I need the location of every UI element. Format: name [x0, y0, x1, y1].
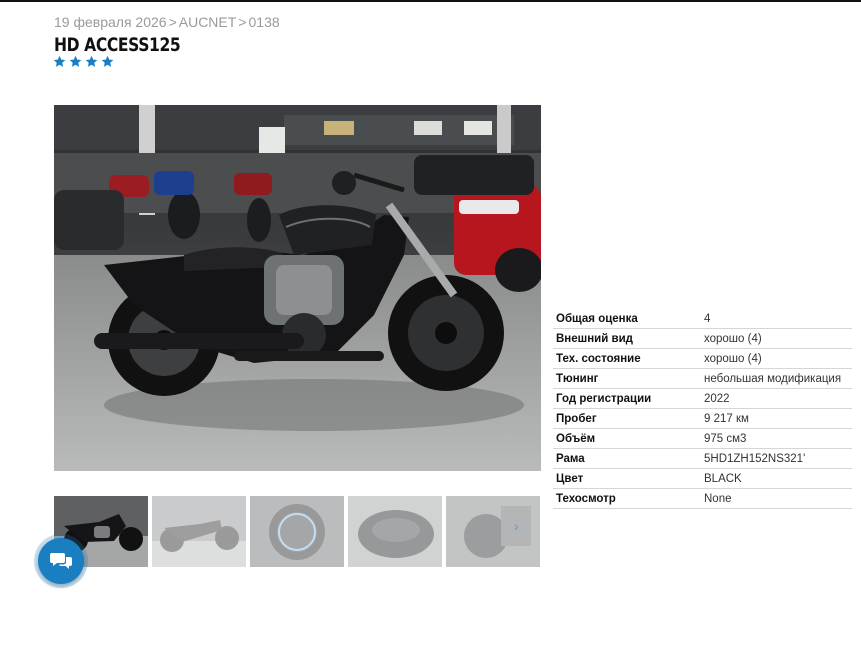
- thumbnail-strip: ›: [54, 496, 541, 567]
- thumbnail-image: [446, 496, 540, 567]
- table-row: Техосмотр None: [553, 488, 852, 509]
- spec-label: Объём: [553, 428, 701, 449]
- main-photo[interactable]: [54, 105, 541, 471]
- breadcrumb-separator: >: [238, 14, 247, 30]
- spec-value: BLACK: [701, 468, 852, 489]
- spec-label: Рама: [553, 448, 701, 469]
- top-border: [0, 0, 861, 2]
- thumbnail-image: [250, 496, 344, 567]
- thumbnail-3[interactable]: [250, 496, 344, 567]
- table-row: Рама 5HD1ZH152NS321': [553, 448, 852, 469]
- breadcrumb-date[interactable]: 19 февраля 2026: [54, 14, 167, 30]
- thumbnail-5[interactable]: [446, 496, 540, 567]
- spec-value: хорошо (4): [701, 348, 852, 369]
- table-row: Пробег 9 217 км: [553, 408, 852, 429]
- breadcrumb-separator: >: [168, 14, 177, 30]
- table-row: Год регистрации 2022: [553, 388, 852, 409]
- specs-table: Общая оценка 4 Внешний вид хорошо (4) Тех.…: [553, 309, 852, 509]
- star-icon: [85, 55, 98, 67]
- spec-label: Тех. состояние: [553, 348, 701, 369]
- table-row: Общая оценка 4: [553, 309, 852, 329]
- spec-value: 9 217 км: [701, 408, 852, 429]
- spec-value: 2022: [701, 388, 852, 409]
- thumbnail-2[interactable]: [152, 496, 246, 567]
- breadcrumb-lot: 0138: [248, 14, 280, 30]
- thumbnail-image: [152, 496, 246, 567]
- spec-value: 4: [701, 309, 852, 329]
- spec-label: Техосмотр: [553, 488, 701, 509]
- thumbnail-image: [348, 496, 442, 567]
- spec-value: None: [701, 488, 852, 509]
- thumbnail-4[interactable]: [348, 496, 442, 567]
- table-row: Тюнинг небольшая модификация: [553, 368, 852, 389]
- spec-label: Цвет: [553, 468, 701, 489]
- table-row: Объём 975 см3: [553, 428, 852, 449]
- breadcrumb-auction[interactable]: AUCNET: [179, 14, 237, 30]
- spec-value: небольшая модификация: [701, 368, 852, 389]
- star-icon: [101, 55, 114, 67]
- spec-value: хорошо (4): [701, 328, 852, 349]
- table-row: Тех. состояние хорошо (4): [553, 348, 852, 369]
- motorcycle-photo: [54, 105, 541, 471]
- spec-label: Год регистрации: [553, 388, 701, 409]
- spec-label: Внешний вид: [553, 328, 701, 349]
- spec-label: Пробег: [553, 408, 701, 429]
- lot-title: HD ACCESS125: [54, 34, 181, 56]
- table-row: Внешний вид хорошо (4): [553, 328, 852, 349]
- star-icon: [53, 55, 66, 67]
- table-row: Цвет BLACK: [553, 468, 852, 489]
- rating-stars: [53, 55, 114, 68]
- spec-value: 975 см3: [701, 428, 852, 449]
- star-icon: [69, 55, 82, 67]
- breadcrumb: 19 февраля 2026 > AUCNET >0138: [54, 14, 280, 30]
- chat-bubbles-icon: [50, 553, 72, 569]
- spec-label: Общая оценка: [553, 309, 701, 329]
- spec-value: 5HD1ZH152NS321': [701, 448, 852, 469]
- chat-button[interactable]: [38, 538, 84, 584]
- chevron-right-icon[interactable]: ›: [514, 518, 519, 534]
- spec-label: Тюнинг: [553, 368, 701, 389]
